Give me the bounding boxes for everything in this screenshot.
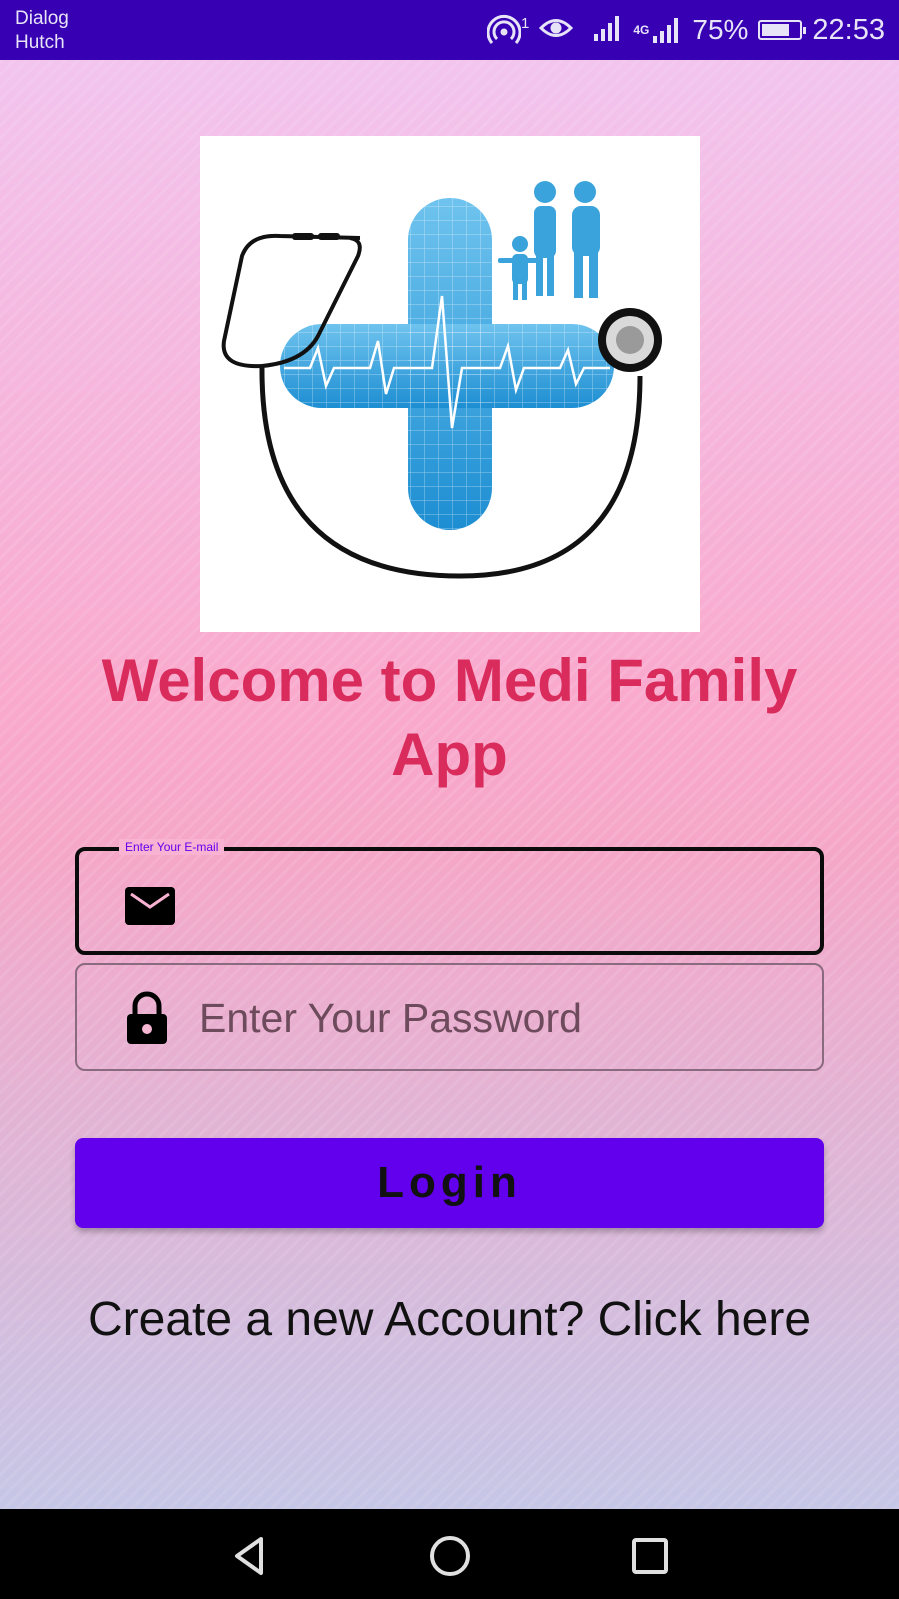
battery-fill	[762, 24, 790, 36]
network-type: 4G	[633, 23, 650, 37]
status-bar: Dialog Hutch 1 4G 75% 22:53	[0, 0, 899, 60]
recents-square-icon[interactable]	[625, 1531, 675, 1581]
app-logo	[200, 136, 700, 632]
signal-4g-icon: 4G	[633, 16, 682, 44]
signal-icon	[593, 14, 623, 47]
home-circle-icon[interactable]	[425, 1531, 475, 1581]
navigation-bar	[0, 1509, 899, 1599]
login-button[interactable]: Login	[75, 1138, 824, 1228]
carrier-name-1: Dialog	[15, 8, 69, 29]
back-triangle-icon[interactable]	[225, 1531, 275, 1581]
status-icons: 1 4G 75% 22:53	[487, 10, 885, 50]
carrier-name-2: Hutch	[15, 32, 65, 53]
email-field-label: Enter Your E-mail	[119, 839, 225, 855]
carrier-info: Dialog Hutch	[15, 7, 69, 55]
mail-icon	[123, 881, 177, 929]
eye-icon	[539, 15, 574, 46]
content-area: Welcome to Medi Family App Enter Your E-…	[0, 60, 899, 1509]
battery-icon	[758, 20, 807, 40]
password-input[interactable]	[199, 985, 779, 1051]
clock: 22:53	[812, 13, 885, 46]
hotspot-count: 1	[521, 15, 530, 32]
create-account-link[interactable]: Create a new Account? Click here	[0, 1292, 899, 1347]
welcome-title: Welcome to Medi Family App	[101, 647, 798, 788]
battery-percent: 75%	[692, 14, 749, 45]
password-field[interactable]	[75, 963, 824, 1071]
lock-icon	[125, 990, 179, 1044]
email-field[interactable]: Enter Your E-mail	[75, 839, 824, 955]
hotspot-icon: 1	[487, 13, 529, 47]
login-screen: Dialog Hutch 1 4G 75% 22:53 Welcome to M…	[0, 0, 899, 1599]
